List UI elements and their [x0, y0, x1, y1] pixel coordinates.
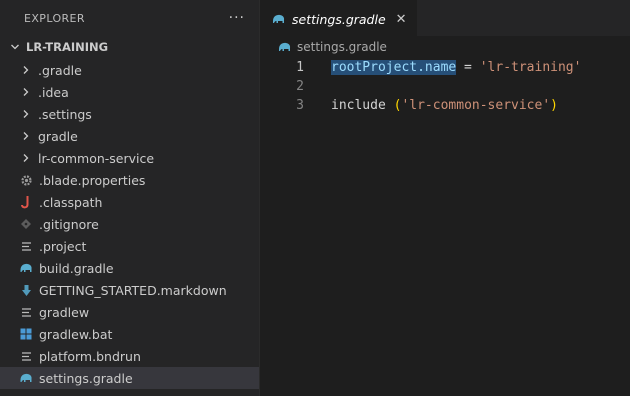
tree-file[interactable]: gradlew [0, 301, 259, 323]
tree-file[interactable]: build.gradle [0, 257, 259, 279]
project-folder[interactable]: LR-TRAINING [0, 36, 259, 58]
breadcrumb[interactable]: settings.gradle [260, 36, 630, 58]
tree-item-label: .project [39, 238, 87, 254]
keyword: include [331, 98, 394, 113]
explorer-title: EXPLORER [24, 11, 85, 25]
chevron-right-icon [22, 153, 34, 163]
project-name: LR-TRAINING [26, 40, 109, 54]
operator: = [456, 60, 480, 75]
gradle-elephant-icon [18, 370, 34, 386]
tree-item-label: GETTING_STARTED.markdown [39, 282, 227, 298]
breadcrumb-file: settings.gradle [297, 40, 387, 54]
tree-item-label: .gitignore [39, 216, 99, 232]
tree-file[interactable]: GETTING_STARTED.markdown [0, 279, 259, 301]
lines-icon [18, 348, 34, 364]
code-editor[interactable]: 1 rootProject.name = 'lr-training' 2 3 i… [260, 58, 630, 115]
tree-folder[interactable]: .settings [0, 103, 259, 125]
chevron-down-icon [8, 42, 22, 52]
line-number: 1 [296, 60, 304, 75]
chevron-right-icon [22, 109, 34, 119]
git-diamond-icon [18, 216, 34, 232]
tab-bar: settings.gradle ✕ [260, 0, 630, 37]
gear-icon [18, 172, 34, 188]
explorer-sidebar: EXPLORER ··· LR-TRAINING .gradle .idea .se… [0, 0, 260, 396]
line-number: 2 [296, 79, 304, 94]
tree-file[interactable]: .classpath [0, 191, 259, 213]
line-number: 3 [296, 98, 304, 113]
tree-item-label: .settings [38, 106, 92, 122]
tree-folder[interactable]: .gradle [0, 59, 259, 81]
line-content: rootProject.name = 'lr-training' [331, 60, 581, 75]
tree-item-label: build.gradle [39, 260, 114, 276]
gradle-elephant-icon [18, 260, 34, 276]
tree-folder[interactable]: lr-common-service [0, 147, 259, 169]
lines-icon [18, 238, 34, 254]
string-literal: 'lr-common-service' [401, 98, 551, 113]
tree-item-label: .idea [38, 84, 69, 100]
explorer-header: EXPLORER ··· [0, 0, 259, 36]
code-line: 3 include ('lr-common-service') [260, 96, 630, 115]
tree-item-label: platform.bndrun [39, 348, 141, 364]
editor-area: settings.gradle ✕ settings.gradle 1 root… [260, 0, 630, 396]
tab-label: settings.gradle [292, 11, 386, 27]
tree-file[interactable]: .gitignore [0, 213, 259, 235]
tree-item-label: gradlew.bat [39, 326, 113, 342]
tree-item-label: .classpath [39, 194, 103, 210]
more-actions-button[interactable]: ··· [229, 10, 245, 26]
tree-file[interactable]: gradlew.bat [0, 323, 259, 345]
close-paren: ) [550, 98, 558, 113]
markdown-arrow-icon [18, 282, 34, 298]
gradle-elephant-icon [272, 13, 286, 25]
tree-item-label: .gradle [38, 62, 82, 78]
selected-identifier: rootProject.name [331, 60, 457, 75]
line-content: include ('lr-common-service') [331, 98, 558, 113]
tree-file[interactable]: .blade.properties [0, 169, 259, 191]
tree-folder[interactable]: .idea [0, 81, 259, 103]
windows-icon [18, 326, 34, 342]
code-line: 2 [260, 77, 630, 96]
tree-file[interactable]: .project [0, 235, 259, 257]
close-icon[interactable]: ✕ [396, 12, 407, 27]
code-line: 1 rootProject.name = 'lr-training' [260, 58, 630, 77]
lines-icon [18, 304, 34, 320]
file-tree: .gradle .idea .settings gradle lr-common-ser… [0, 59, 259, 389]
chevron-right-icon [22, 65, 34, 75]
tree-item-label: gradle [38, 128, 78, 144]
tree-item-label: lr-common-service [38, 150, 155, 166]
chevron-right-icon [22, 131, 34, 141]
gradle-elephant-icon [278, 41, 292, 53]
tree-item-label: .blade.properties [39, 172, 146, 188]
chevron-right-icon [22, 87, 34, 97]
string-literal: 'lr-training' [479, 60, 582, 75]
tree-folder[interactable]: gradle [0, 125, 259, 147]
java-icon [18, 194, 34, 210]
tree-item-label: gradlew [39, 304, 90, 320]
tree-file[interactable]: settings.gradle [0, 367, 259, 389]
tree-file[interactable]: platform.bndrun [0, 345, 259, 367]
tab-settings-gradle[interactable]: settings.gradle ✕ [260, 0, 417, 37]
tree-item-label: settings.gradle [39, 370, 133, 386]
